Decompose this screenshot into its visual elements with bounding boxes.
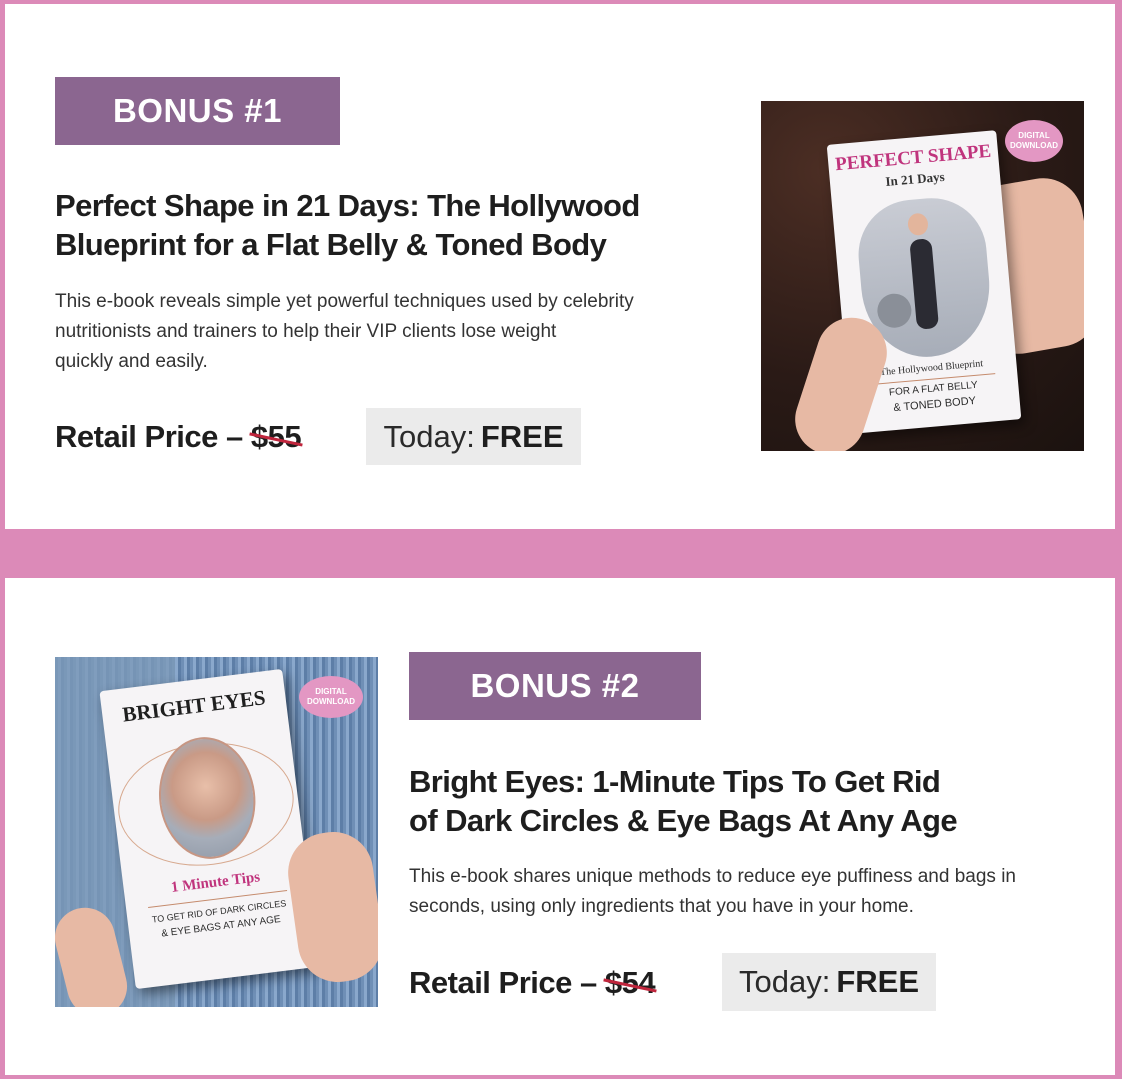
exercise-ball xyxy=(875,292,913,330)
retail-price-value: $54 xyxy=(604,965,656,1000)
ebook-cover-image: BRIGHT EYES 1 Minute Tips TO GET RID OF … xyxy=(55,657,378,1007)
today-value: FREE xyxy=(836,964,920,999)
title-line: of Dark Circles & Eye Bags At Any Age xyxy=(409,803,958,838)
bonus-card-2: BRIGHT EYES 1 Minute Tips TO GET RID OF … xyxy=(5,578,1115,1075)
bonus-badge: BONUS #2 xyxy=(409,652,701,720)
today-price-box: Today: FREE xyxy=(366,408,581,465)
badge-line: DIGITAL xyxy=(1018,131,1050,140)
badge-line: DIGITAL xyxy=(315,687,347,696)
title-line: Blueprint for a Flat Belly & Toned Body xyxy=(55,227,607,262)
retail-label: Retail Price – xyxy=(409,965,605,1000)
ebook-cover-image: PERFECT SHAPE In 21 Days The Hollywood B… xyxy=(761,101,1084,451)
title-line: Bright Eyes: 1-Minute Tips To Get Rid xyxy=(409,764,941,799)
today-price-box: Today: FREE xyxy=(722,953,936,1011)
cover-subtitle: 1 Minute Tips xyxy=(170,869,261,896)
digital-download-badge: DIGITAL DOWNLOAD xyxy=(299,676,363,718)
today-label: Today: xyxy=(738,964,831,999)
desc-line: seconds, using only ingredients that you… xyxy=(409,896,914,917)
desc-line: nutritionists and trainers to help their… xyxy=(55,321,557,342)
bonus-description: This e-book reveals simple yet powerful … xyxy=(55,287,735,377)
bonus-badge: BONUS #1 xyxy=(55,77,340,145)
model-head xyxy=(907,212,929,237)
desc-line: quickly and easily. xyxy=(55,351,208,372)
badge-line: DOWNLOAD xyxy=(1010,141,1058,150)
today-value: FREE xyxy=(480,418,564,454)
retail-price: Retail Price – $54 xyxy=(409,965,656,1001)
model-figure xyxy=(909,238,940,330)
title-line: Perfect Shape in 21 Days: The Hollywood xyxy=(55,188,640,223)
desc-line: This e-book shares unique methods to red… xyxy=(409,866,1016,887)
bonus-title: Perfect Shape in 21 Days: The Hollywood … xyxy=(55,186,735,264)
retail-price: Retail Price – $55 xyxy=(55,419,302,455)
cover-title: BRIGHT EYES xyxy=(121,685,267,727)
today-label: Today: xyxy=(383,418,475,454)
digital-download-badge: DIGITAL DOWNLOAD xyxy=(1005,120,1063,162)
retail-price-value: $55 xyxy=(250,419,302,454)
book-shape: BRIGHT EYES 1 Minute Tips TO GET RID OF … xyxy=(99,668,319,990)
badge-line: DOWNLOAD xyxy=(307,697,355,706)
retail-label: Retail Price – xyxy=(55,419,251,454)
bonus-card-1: BONUS #1 Perfect Shape in 21 Days: The H… xyxy=(5,4,1115,529)
desc-line: This e-book reveals simple yet powerful … xyxy=(55,291,634,312)
bonus-description: This e-book shares unique methods to red… xyxy=(409,862,1099,922)
bonus-title: Bright Eyes: 1-Minute Tips To Get Rid of… xyxy=(409,762,1099,840)
